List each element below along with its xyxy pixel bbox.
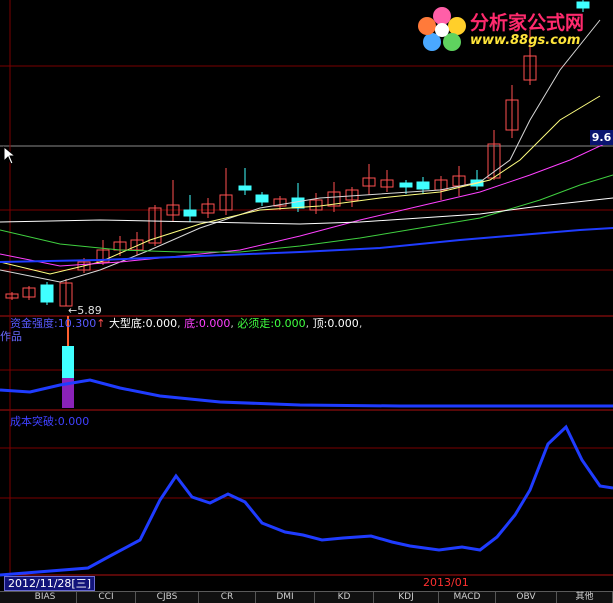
tab-cjbs[interactable]: CJBS xyxy=(136,592,199,603)
month-label: 2013/01 xyxy=(423,576,469,589)
candle-body xyxy=(238,185,252,191)
stock-chart-window: 分析家公式网 www.88gs.com 9.6 ←5.89 资金强度:10.30… xyxy=(0,0,613,603)
indicator-value-3: 0.000 xyxy=(198,317,231,330)
ma-line xyxy=(0,197,613,225)
tab-other[interactable]: 其他 xyxy=(557,592,613,603)
tab-cci[interactable]: CCI xyxy=(77,592,136,603)
indicator-value-1: 10.300 xyxy=(57,317,97,330)
indicator-label-3: 底: xyxy=(184,317,199,330)
candle-body xyxy=(255,194,269,203)
cost-breakthrough-label: 成本突破: xyxy=(10,415,58,428)
signal-bar-top xyxy=(62,346,74,378)
indicator-value-5: 0.000 xyxy=(327,317,359,330)
tab-dmi[interactable]: DMI xyxy=(256,592,315,603)
arrow-left-icon: ← xyxy=(68,304,78,317)
tab-cr[interactable]: CR xyxy=(199,592,256,603)
grid-lines xyxy=(0,0,613,576)
mouse-pointer-icon xyxy=(3,146,17,165)
candle-body xyxy=(416,181,430,190)
panel2-subtitle: 作品 xyxy=(0,330,22,343)
candle-body xyxy=(399,182,413,188)
cursor-date-box: 2012/11/28[三] xyxy=(4,576,95,591)
tab-kdj[interactable]: KDJ xyxy=(374,592,439,603)
chart-canvas[interactable] xyxy=(0,0,613,602)
indicator-panel-3 xyxy=(0,424,613,577)
indicator-value-2: 0.000 xyxy=(145,317,178,330)
flower-logo-icon xyxy=(418,7,466,51)
candle-body xyxy=(183,209,197,217)
indicator-label-2: 大型底: xyxy=(108,317,146,330)
panel2-indicator-line: 资金强度:10.300↑ 大型底:0.000, 底:0.000, 必须走:0.0… xyxy=(10,317,363,330)
tab-macd[interactable]: MACD xyxy=(439,592,496,603)
cost-breakthrough-line xyxy=(0,424,613,577)
indicator-label-5: 顶: xyxy=(312,317,328,330)
ma-line xyxy=(0,19,601,283)
up-arrow-icon: ↑ xyxy=(96,317,106,330)
low-price-annotation: ←5.89 xyxy=(68,305,102,317)
low-price-value: 5.89 xyxy=(77,304,102,317)
candle-body xyxy=(291,197,305,209)
panel3-indicator-line: 成本突破:0.000 xyxy=(10,416,89,428)
ma-line xyxy=(0,174,613,253)
indicator-tab-bar: BIAS CCI CJBS CR DMI KD KDJ MACD OBV 其他 xyxy=(0,591,613,603)
indicator-label-1: 资金强度: xyxy=(10,317,58,330)
indicator-label-4: 必须走: xyxy=(237,317,275,330)
cost-breakthrough-value: 0.000 xyxy=(57,415,90,428)
tab-bias[interactable]: BIAS xyxy=(14,592,77,603)
watermark-url: www.88gs.com xyxy=(470,33,581,48)
tab-obv[interactable]: OBV xyxy=(496,592,557,603)
watermark-name: 分析家公式网 xyxy=(470,12,585,34)
moving-averages xyxy=(0,19,613,283)
price-tag: 9.6 xyxy=(590,130,613,145)
candle-body xyxy=(40,284,54,303)
indicator-value-4: 0.000 xyxy=(274,317,306,330)
tab-kd[interactable]: KD xyxy=(315,592,374,603)
indicator-line xyxy=(0,378,613,408)
